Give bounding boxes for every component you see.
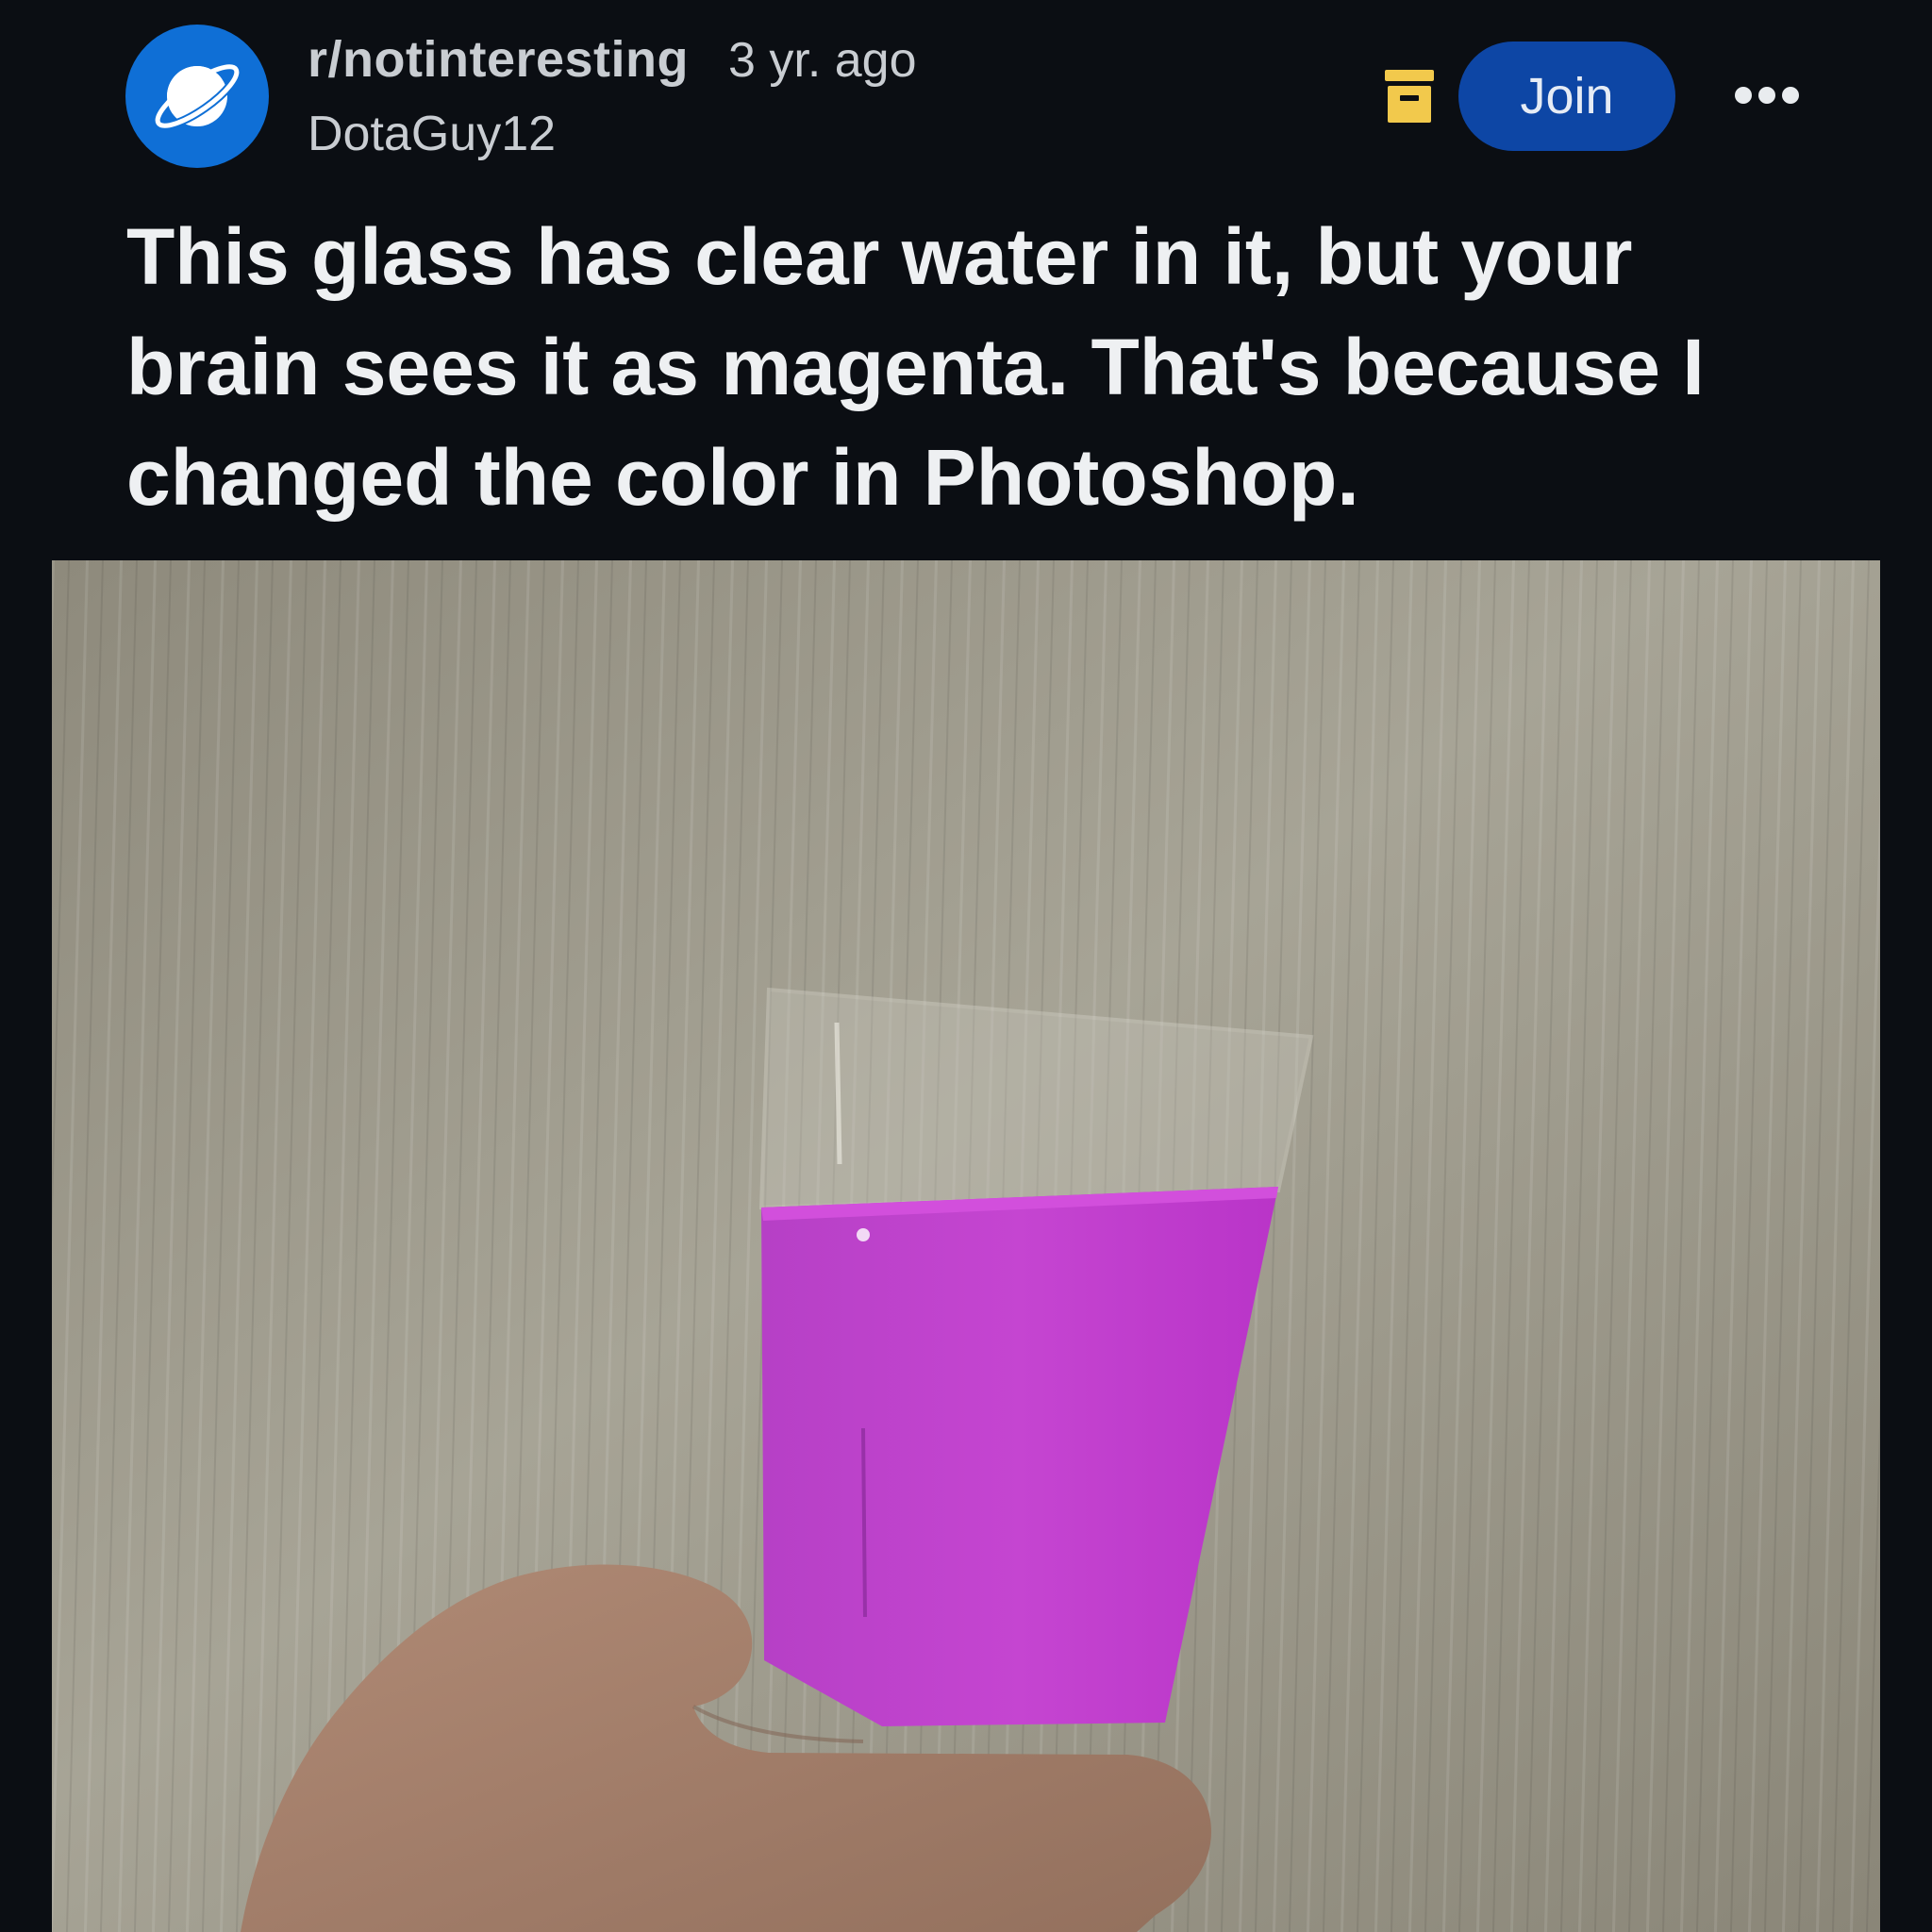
post-header: r/notinteresting 3 yr. ago DotaGuy12 Joi… — [0, 0, 1932, 189]
post-image[interactable] — [52, 560, 1880, 1932]
more-options-icon[interactable] — [1734, 85, 1800, 106]
post-title[interactable]: This glass has clear water in it, but yo… — [126, 202, 1824, 533]
planet-icon — [153, 62, 242, 130]
subreddit-link[interactable]: r/notinteresting — [308, 30, 689, 89]
archive-icon — [1385, 70, 1434, 123]
subreddit-avatar[interactable] — [125, 25, 269, 168]
post-meta: r/notinteresting 3 yr. ago — [308, 30, 916, 89]
join-button[interactable]: Join — [1458, 42, 1675, 151]
post-timestamp: 3 yr. ago — [728, 33, 917, 88]
author-username[interactable]: DotaGuy12 — [308, 106, 556, 162]
